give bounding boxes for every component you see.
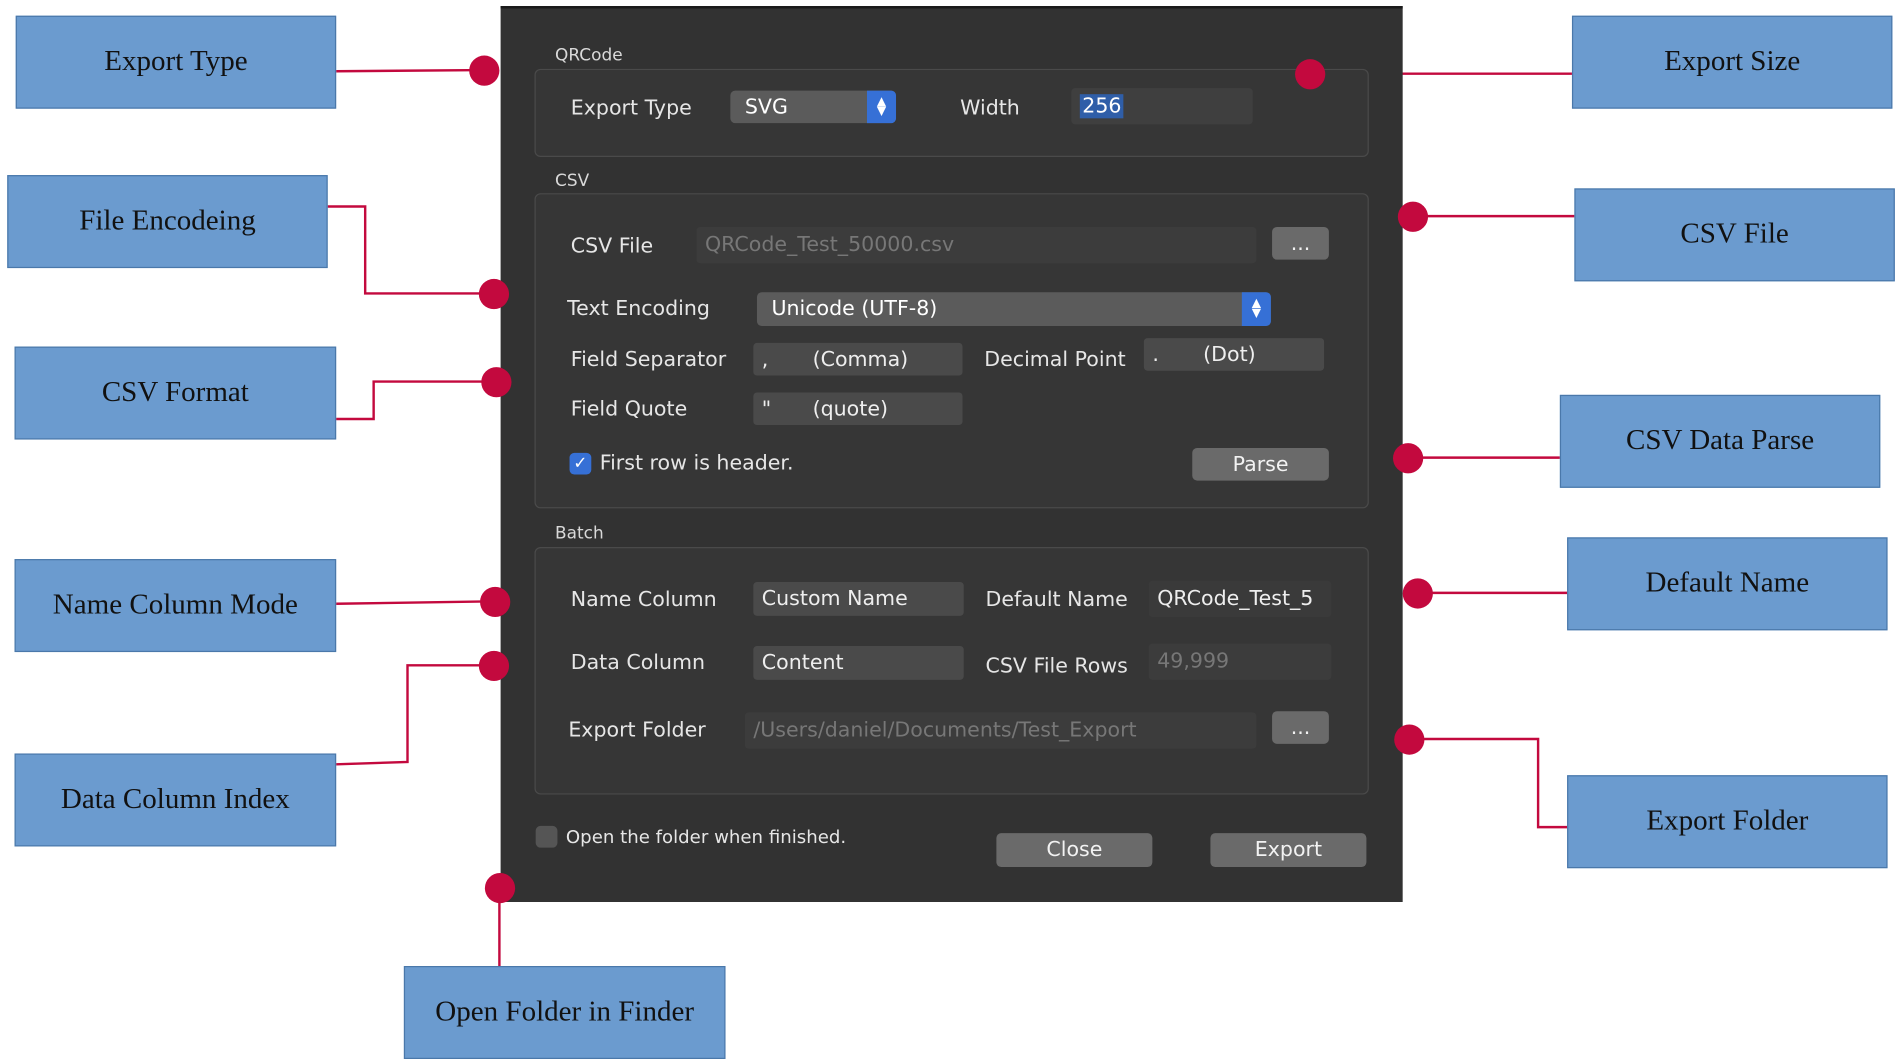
default-name-label: Default Name [985,588,1128,613]
field-quote-label: Field Quote [570,397,688,422]
export-type-popup[interactable]: SVG ▲ ▼ [730,90,897,124]
csv-section-title: CSV [555,171,590,191]
field-separator-label: Field Separator [570,347,727,372]
marker-dot [1295,59,1326,90]
decimal-point-field[interactable]: . (Dot) [1143,338,1325,371]
annotation-csv-data-parse: CSV Data Parse [1559,394,1881,488]
data-column-field[interactable]: Content [753,646,964,680]
decimal-point-name: (Dot) [1203,342,1256,367]
export-folder-label: Export Folder [568,718,706,743]
open-folder-checkbox[interactable] [535,825,558,848]
header-checkbox[interactable]: ✓ [569,452,592,475]
field-quote-field[interactable]: " (quote) [753,392,963,426]
export-folder-browse-button[interactable]: ... [1272,711,1329,744]
annotation-name-column-mode: Name Column Mode [14,559,337,653]
width-label: Width [960,96,1020,121]
field-quote-char: " [761,396,772,421]
marker-dot [1397,201,1429,232]
text-encoding-label: Text Encoding [567,297,710,322]
csv-file-rows-value: 49,999 [1148,643,1332,680]
qrcode-section-title: QRCode [555,45,623,66]
annotation-export-type: Export Type [15,15,337,109]
export-folder-path-field[interactable]: /Users/daniel/Documents/Test_Export [744,712,1257,749]
marker-dot [480,586,511,618]
marker-dot [1392,443,1424,474]
data-column-label: Data Column [570,650,706,675]
export-type-value: SVG [744,94,788,119]
marker-dot [478,278,510,310]
field-separator-name: (Comma) [812,347,909,372]
decimal-point-char: . [1152,342,1159,367]
marker-dot [1394,724,1425,755]
annotation-export-folder: Export Folder [1567,775,1888,869]
annotation-export-size: Export Size [1571,15,1893,109]
export-dialog: QRCode Export Type SVG ▲ ▼ Width 256 CSV … [500,6,1403,903]
csv-file-label: CSV File [570,234,654,259]
marker-dot [481,367,512,398]
csv-file-path-field[interactable]: QRCode_Test_50000.csv [696,227,1257,264]
name-column-field[interactable]: Custom Name [753,582,964,616]
annotation-csv-file: CSV File [1574,188,1895,282]
decimal-point-label: Decimal Point [984,347,1126,372]
parse-button[interactable]: Parse [1192,447,1329,481]
chevron-updown-icon: ▲ ▼ [1241,292,1271,327]
annotation-file-encoding: File Encodeing [7,175,328,269]
csv-file-browse-button[interactable]: ... [1272,227,1329,260]
annotation-data-column-index: Data Column Index [14,753,337,847]
field-separator-field[interactable]: , (Comma) [753,342,963,376]
header-checkbox-label: First row is header. [599,451,794,476]
default-name-input[interactable]: QRCode_Test_5 [1148,580,1332,618]
width-value: 256 [1079,94,1124,119]
name-column-label: Name Column [570,588,717,613]
field-quote-name: (quote) [812,396,888,421]
open-folder-checkbox-label: Open the folder when finished. [565,825,847,848]
export-type-label: Export Type [570,96,692,121]
text-encoding-value: Unicode (UTF-8) [771,297,938,322]
text-encoding-popup[interactable]: Unicode (UTF-8) ▲ ▼ [756,292,1271,327]
marker-dot [478,650,510,682]
export-button[interactable]: Export [1210,833,1367,867]
width-input[interactable]: 256 [1071,88,1253,125]
marker-dot [484,873,516,904]
csv-file-rows-label: CSV File Rows [985,654,1128,679]
annotation-csv-format: CSV Format [14,346,337,440]
batch-section-title: Batch [555,524,604,544]
annotation-default-name: Default Name [1567,537,1888,631]
field-separator-char: , [761,347,769,372]
chevron-updown-icon: ▲ ▼ [866,90,897,124]
marker-dot [1402,578,1433,609]
close-button[interactable]: Close [996,833,1153,867]
annotation-open-folder: Open Folder in Finder [403,966,726,1059]
marker-dot [469,55,500,86]
